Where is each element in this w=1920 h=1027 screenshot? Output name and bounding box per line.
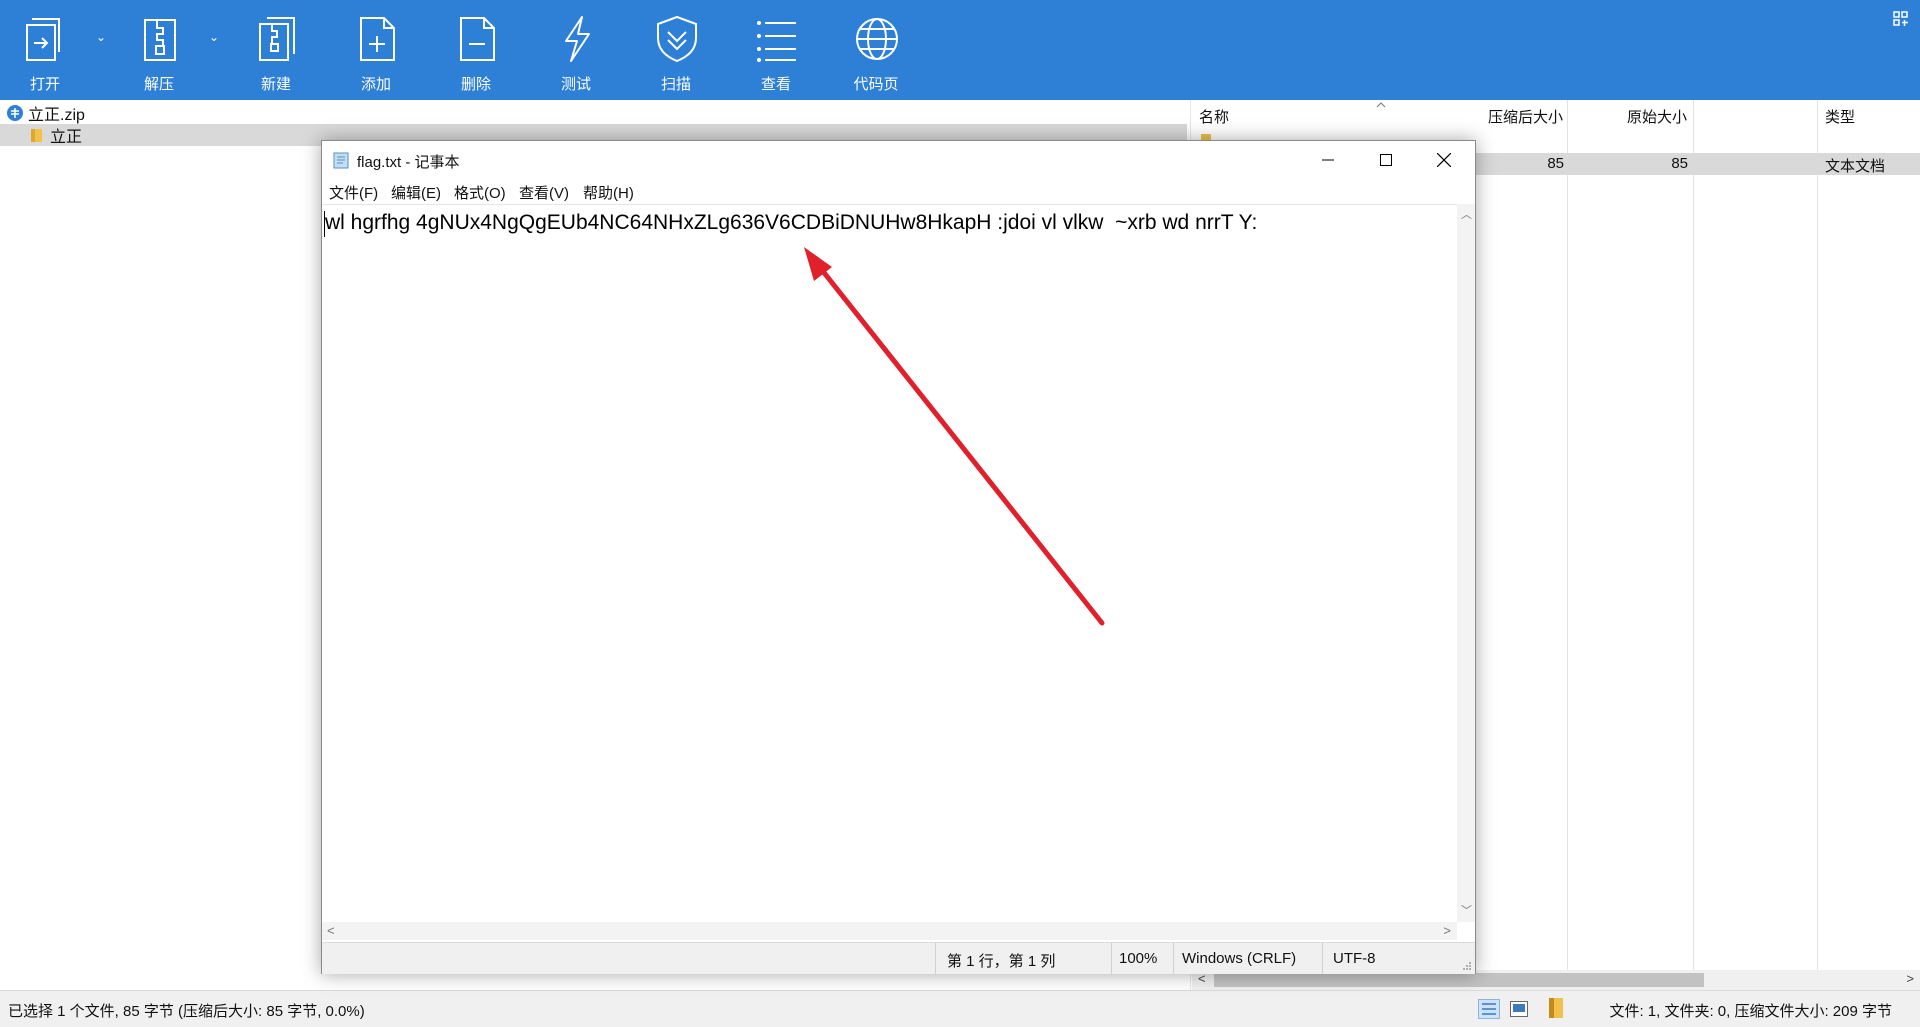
open-icon — [26, 18, 60, 61]
zoom-level: 100% — [1119, 950, 1158, 967]
folder-icon — [31, 129, 42, 142]
delete-icon — [460, 17, 495, 61]
column-header-original[interactable]: 原始大小 — [1627, 106, 1687, 127]
column-divider — [1693, 100, 1694, 990]
scrollbar-thumb[interactable] — [1214, 973, 1704, 987]
test-lightning-icon — [565, 16, 590, 62]
column-divider — [1817, 100, 1818, 990]
scan-shield-icon — [657, 15, 697, 63]
archive-summary-text: 文件: 1, 文件夹: 0, 压缩文件大小: 209 字节 — [1609, 1003, 1892, 1020]
extract-icon — [144, 19, 176, 61]
view-button[interactable]: 查看 — [736, 0, 816, 100]
main-toolbar: 打开 ⌄ 解压 ⌄ 新建 添加 删除 测试 扫描 查看 代码页 — [0, 0, 1920, 100]
maximize-icon — [1380, 154, 1392, 166]
menu-view[interactable]: 查看(V) — [519, 182, 569, 203]
menu-format[interactable]: 格式(O) — [454, 182, 506, 203]
new-archive-icon — [259, 17, 295, 61]
notepad-horizontal-scrollbar[interactable]: < > — [322, 922, 1457, 940]
test-button[interactable]: 测试 — [536, 0, 616, 100]
layout-menu-icon[interactable] — [1892, 10, 1910, 28]
new-archive-button[interactable]: 新建 — [236, 0, 316, 100]
code-page-button[interactable]: 代码页 — [836, 0, 916, 100]
close-icon — [1437, 153, 1451, 167]
open-button[interactable]: 打开 — [5, 0, 85, 100]
line-ending: Windows (CRLF) — [1182, 950, 1297, 967]
status-divider — [1173, 943, 1174, 974]
notepad-title-bar[interactable]: flag.txt - 记事本 — [322, 141, 1475, 179]
status-divider — [935, 943, 936, 974]
notepad-status-bar: 第 1 行，第 1 列 100% Windows (CRLF) UTF-8 — [322, 942, 1475, 974]
scroll-down-arrow-icon[interactable]: ﹀ — [1461, 902, 1472, 918]
row-original-size: 85 — [1671, 155, 1688, 172]
scroll-right-arrow-icon[interactable]: > — [1906, 971, 1914, 986]
extract-button[interactable]: 解压 — [119, 0, 199, 100]
notepad-vertical-scrollbar[interactable]: ︿ ﹀ — [1457, 204, 1475, 922]
notepad-text-area[interactable]: wl hgrfhg 4gNUx4NgQgEUb4NC64NHxZLg636V6C… — [322, 204, 1457, 923]
row-type: 文本文档 — [1825, 158, 1886, 175]
open-label: 打开 — [29, 76, 60, 93]
file-content: wl hgrfhg 4gNUx4NgQgEUb4NC64NHxZLg636V6C… — [325, 211, 1258, 234]
zip-archive-icon — [7, 105, 23, 121]
tree-child-label: 立正 — [50, 129, 83, 146]
scroll-right-arrow-icon[interactable]: > — [1443, 923, 1451, 938]
menu-help[interactable]: 帮助(H) — [583, 182, 634, 203]
add-button[interactable]: 添加 — [336, 0, 416, 100]
main-status-bar: 已选择 1 个文件, 85 字节 (压缩后大小: 85 字节, 0.0%) 文件… — [0, 990, 1920, 1027]
row-compressed-size: 85 — [1547, 155, 1564, 172]
test-label: 测试 — [560, 76, 591, 93]
list-header: 名称 压缩后大小 原始大小 类型 — [1191, 100, 1920, 130]
new-archive-label: 新建 — [260, 76, 291, 93]
menu-edit[interactable]: 编辑(E) — [391, 182, 441, 203]
maximize-button[interactable] — [1357, 141, 1415, 179]
delete-label: 删除 — [460, 76, 491, 93]
scroll-left-arrow-icon[interactable]: < — [327, 923, 335, 938]
resize-grip-icon[interactable] — [1462, 961, 1472, 971]
globe-icon — [856, 18, 898, 60]
selection-status-text: 已选择 1 个文件, 85 字节 (压缩后大小: 85 字节, 0.0%) — [8, 1003, 365, 1020]
tree-root-item[interactable]: 立正.zip — [6, 103, 85, 124]
menu-file[interactable]: 文件(F) — [329, 182, 378, 203]
scroll-up-arrow-icon[interactable]: ︿ — [1461, 206, 1472, 222]
tree-root-label: 立正.zip — [28, 107, 85, 124]
notepad-title: flag.txt - 记事本 — [357, 154, 460, 171]
encoding: UTF-8 — [1333, 950, 1376, 967]
view-label: 查看 — [760, 76, 791, 93]
scan-label: 扫描 — [660, 76, 691, 93]
extract-label: 解压 — [143, 76, 174, 93]
minimize-icon — [1322, 159, 1334, 161]
details-view-icon[interactable] — [1478, 999, 1500, 1019]
delete-button[interactable]: 删除 — [436, 0, 516, 100]
status-divider — [1111, 943, 1112, 974]
code-page-label: 代码页 — [853, 76, 899, 93]
column-header-name[interactable]: 名称 — [1199, 106, 1229, 127]
status-divider — [1322, 943, 1323, 974]
notepad-window: flag.txt - 记事本 文件(F) 编辑(E) 格式(O) 查看(V) 帮… — [321, 140, 1476, 974]
column-header-type[interactable]: 类型 — [1825, 106, 1855, 127]
add-icon — [360, 17, 395, 61]
archive-info-icon[interactable] — [1546, 997, 1566, 1019]
add-label: 添加 — [360, 76, 391, 93]
minimize-button[interactable] — [1299, 141, 1357, 179]
view-list-icon — [757, 21, 796, 62]
sort-ascending-icon — [1376, 102, 1386, 108]
open-dropdown-arrow[interactable]: ⌄ — [93, 30, 109, 44]
close-button[interactable] — [1415, 141, 1473, 179]
notepad-menu-bar: 文件(F) 编辑(E) 格式(O) 查看(V) 帮助(H) — [322, 179, 1475, 203]
annotation-arrow — [804, 247, 1105, 626]
cursor-position: 第 1 行，第 1 列 — [947, 953, 1056, 970]
scan-button[interactable]: 扫描 — [636, 0, 716, 100]
notepad-app-icon — [333, 152, 349, 169]
preview-icon[interactable] — [1510, 1001, 1528, 1017]
column-divider — [1567, 100, 1568, 990]
extract-dropdown-arrow[interactable]: ⌄ — [206, 30, 222, 44]
column-header-compressed[interactable]: 压缩后大小 — [1488, 106, 1563, 127]
